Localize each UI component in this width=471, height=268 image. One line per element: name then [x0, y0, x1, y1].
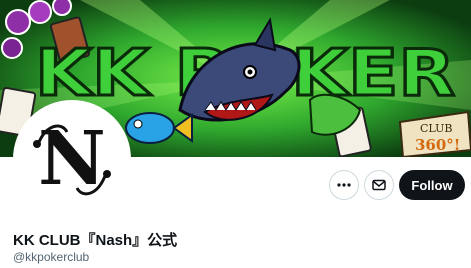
envelope-icon	[372, 179, 386, 191]
profile-avatar[interactable]: N	[13, 100, 131, 218]
follow-button[interactable]: Follow	[399, 170, 465, 200]
svg-text:CLUB: CLUB	[420, 122, 452, 135]
profile-display-name: KK CLUB『Nash』公式	[13, 232, 178, 249]
profile-handle: @kkpokerclub	[13, 250, 90, 264]
message-button[interactable]	[364, 170, 394, 200]
svg-text:360°!: 360°!	[415, 136, 460, 154]
more-horizontal-icon	[337, 183, 351, 187]
more-options-button[interactable]	[329, 170, 359, 200]
